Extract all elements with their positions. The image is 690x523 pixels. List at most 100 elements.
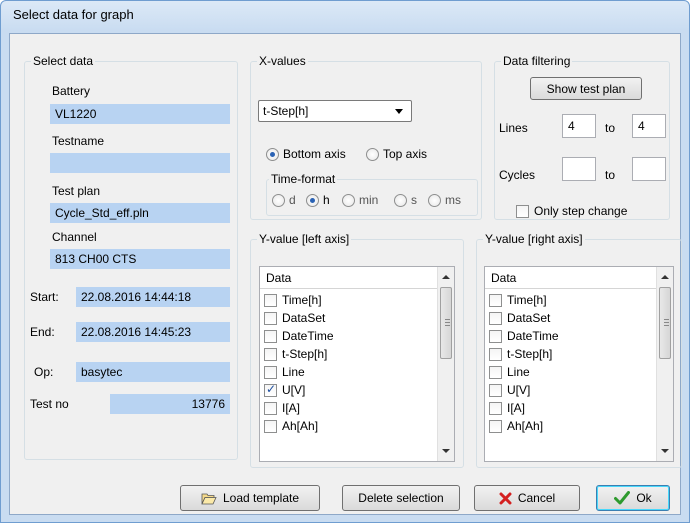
show-test-plan-button[interactable]: Show test plan [530, 77, 642, 100]
time-format-h-label: h [323, 193, 330, 207]
time-format-ms-label: ms [445, 193, 461, 207]
radio-dot[interactable] [342, 193, 355, 207]
lines-to-input[interactable]: 4 [632, 114, 666, 138]
radio-dot[interactable] [428, 193, 441, 207]
list-item[interactable]: Ah[Ah] [489, 417, 655, 435]
only-step-change-checkbox[interactable]: Only step change [516, 204, 627, 218]
scroll-down-icon[interactable] [442, 449, 450, 453]
y-right-rows: Time[h] DataSet DateTime t-Step[h] Line U[V] I… [489, 291, 655, 435]
checkbox-box[interactable] [264, 365, 277, 379]
channel-label: Channel [52, 230, 97, 244]
end-label: End: [30, 325, 55, 339]
list-item[interactable]: U[V] [264, 381, 436, 399]
y-left-listbox[interactable]: Data Time[h] DataSet DateTime t-Step[h] Line… [259, 266, 455, 462]
list-item[interactable]: Time[h] [264, 291, 436, 309]
time-format-s-label: s [411, 193, 417, 207]
ok-button[interactable]: Ok [596, 485, 670, 511]
scroll-down-icon[interactable] [661, 449, 669, 453]
radio-dot[interactable] [394, 193, 407, 207]
time-format-ms-radio[interactable]: ms [428, 193, 461, 207]
radio-dot[interactable] [366, 147, 379, 161]
testplan-label: Test plan [52, 184, 101, 198]
radio-dot[interactable] [306, 193, 319, 207]
checkbox-box[interactable] [264, 347, 277, 361]
list-item[interactable]: DataSet [264, 309, 436, 327]
checkbox-box[interactable] [489, 401, 502, 415]
list-item[interactable]: DataSet [489, 309, 655, 327]
only-step-change-label: Only step change [534, 204, 628, 218]
x-value-select[interactable]: t-Step[h] [258, 100, 412, 122]
testplan-value: Cycle_Std_eff.pln [50, 203, 230, 223]
load-template-button[interactable]: Load template [180, 485, 320, 511]
cycles-label: Cycles [499, 168, 536, 182]
list-item-label: I[A] [507, 401, 526, 415]
checkbox-box[interactable] [489, 383, 502, 397]
time-format-min-radio[interactable]: min [342, 193, 378, 207]
time-format-h-radio[interactable]: h [306, 193, 330, 207]
list-item-label: Time[h] [507, 293, 547, 307]
top-axis-radio[interactable]: Top axis [366, 147, 427, 161]
list-item-label: DateTime [282, 329, 334, 343]
y-left-list-header: Data [260, 267, 437, 289]
list-item[interactable]: t-Step[h] [489, 345, 655, 363]
dialog-window: Select data for graph Select data Batter… [0, 0, 690, 523]
radio-dot[interactable] [272, 193, 285, 207]
checkbox-box[interactable] [489, 347, 502, 361]
start-value: 22.08.2016 14:44:18 [76, 287, 230, 307]
checkbox-box[interactable] [264, 419, 277, 433]
cancel-button[interactable]: Cancel [474, 485, 580, 511]
scroll-up-icon[interactable] [661, 275, 669, 279]
x-values-legend: X-values [259, 54, 306, 68]
checkbox-box[interactable] [264, 293, 277, 307]
red-x-icon [499, 492, 512, 505]
scroll-thumb[interactable] [659, 287, 671, 359]
delete-selection-button[interactable]: Delete selection [342, 485, 460, 511]
testno-value: 13776 [110, 394, 230, 414]
list-item[interactable]: I[A] [489, 399, 655, 417]
checkbox-box[interactable] [264, 401, 277, 415]
checkbox-box[interactable] [489, 311, 502, 325]
checkbox-box[interactable] [489, 293, 502, 307]
list-item[interactable]: Ah[Ah] [264, 417, 436, 435]
list-item[interactable]: DateTime [489, 327, 655, 345]
y-left-rows: Time[h] DataSet DateTime t-Step[h] Line U[V] I… [264, 291, 436, 435]
list-item[interactable]: Line [264, 363, 436, 381]
checkbox-box[interactable] [264, 311, 277, 325]
list-item[interactable]: Time[h] [489, 291, 655, 309]
checkbox-box[interactable] [489, 365, 502, 379]
green-check-icon [614, 491, 631, 505]
y-left-scrollbar[interactable] [437, 267, 454, 461]
list-item-label: U[V] [282, 383, 306, 397]
y-right-scrollbar[interactable] [656, 267, 673, 461]
dropdown-arrow-icon[interactable] [395, 109, 403, 114]
scroll-thumb[interactable] [440, 287, 452, 359]
time-format-d-label: d [289, 193, 296, 207]
checkbox-box[interactable] [264, 382, 277, 397]
cycles-to-input[interactable] [632, 157, 666, 181]
list-item[interactable]: Line [489, 363, 655, 381]
checkbox-box[interactable] [516, 204, 529, 218]
bottom-axis-radio[interactable]: Bottom axis [266, 147, 346, 161]
time-format-d-radio[interactable]: d [272, 193, 296, 207]
lines-from-input[interactable]: 4 [562, 114, 596, 138]
scroll-up-icon[interactable] [442, 275, 450, 279]
grip-icon [664, 319, 669, 326]
time-format-s-radio[interactable]: s [394, 193, 417, 207]
list-item[interactable]: U[V] [489, 381, 655, 399]
list-item[interactable]: DateTime [264, 327, 436, 345]
checkbox-box[interactable] [264, 329, 277, 343]
cycles-from-input[interactable] [562, 157, 596, 181]
y-right-listbox[interactable]: Data Time[h] DataSet DateTime t-Step[h] Line… [484, 266, 674, 462]
radio-dot[interactable] [266, 147, 279, 161]
list-item[interactable]: t-Step[h] [264, 345, 436, 363]
checkbox-box[interactable] [489, 329, 502, 343]
lines-to-label: to [605, 121, 616, 135]
battery-label: Battery [52, 84, 91, 98]
list-item[interactable]: I[A] [264, 399, 436, 417]
y-left-legend: Y-value [left axis] [259, 232, 350, 246]
data-filtering-legend: Data filtering [503, 54, 571, 68]
battery-value: VL1220 [50, 104, 230, 124]
checkbox-box[interactable] [489, 419, 502, 433]
window-title: Select data for graph [13, 7, 134, 22]
time-format-legend: Time-format [271, 172, 336, 186]
